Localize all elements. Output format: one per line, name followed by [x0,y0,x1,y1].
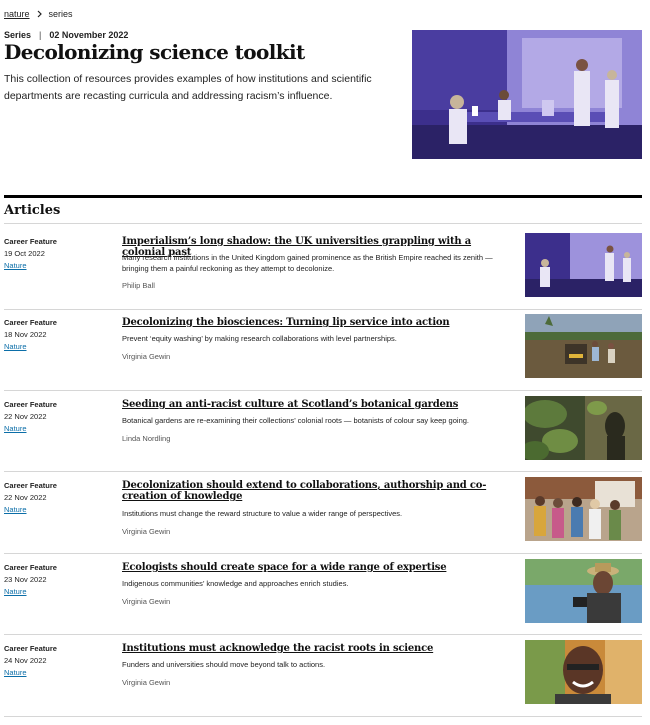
series-label: Series [4,30,32,40]
article-divider [4,390,642,391]
article-journal-link[interactable]: Nature [4,424,27,433]
article-description: Indigenous communities’ knowledge and ap… [122,579,349,588]
article-author: Linda Nordling [122,434,171,443]
article-divider [4,716,642,717]
article-divider [4,634,642,635]
section-rule [4,195,642,198]
article-date: 23 Nov 2022 [4,575,47,584]
article-thumbnail[interactable] [525,233,642,297]
article-journal-link[interactable]: Nature [4,668,27,677]
article-description: Many research institutions in the United… [122,253,493,273]
article-date: 24 Nov 2022 [4,656,47,665]
article-thumbnail[interactable] [525,314,642,378]
section-divider [4,223,642,224]
article-title-link[interactable]: Decolonizing the biosciences: Turning li… [122,317,502,328]
article-date: 19 Oct 2022 [4,249,45,258]
article-description: Funders and universities should move bey… [122,660,326,669]
hero-image [412,30,642,159]
article-title-link[interactable]: Seeding an anti-racist culture at Scotla… [122,399,502,410]
article-item: Career Feature 22 Nov 2022 Nature Seedin… [4,396,642,480]
article-item: Career Feature 18 Nov 2022 Nature Decolo… [4,314,642,398]
breadcrumb-current: series [48,9,73,19]
article-thumbnail[interactable] [525,396,642,460]
series-date: 02 November 2022 [49,30,129,40]
article-author: Virginia Gewin [122,597,171,606]
article-author: Virginia Gewin [122,678,171,687]
article-item: Career Feature 19 Oct 2022 Nature Imperi… [4,233,642,317]
article-type: Career Feature [4,481,57,490]
article-type: Career Feature [4,644,57,653]
article-divider [4,553,642,554]
article-item: Career Feature 24 Nov 2022 Nature Instit… [4,640,642,724]
article-item: Career Feature 22 Nov 2022 Nature Decolo… [4,477,642,561]
article-description: Botanical gardens are re-examining their… [122,416,469,425]
page-intro: This collection of resources provides ex… [4,73,372,102]
article-title-link[interactable]: Decolonization should extend to collabor… [122,480,502,502]
article-journal-link[interactable]: Nature [4,261,27,270]
article-title-link[interactable]: Institutions must acknowledge the racist… [122,643,502,654]
page-title: Decolonizing science toolkit [4,40,305,64]
article-date: 22 Nov 2022 [4,493,47,502]
article-type: Career Feature [4,563,57,572]
article-thumbnail[interactable] [525,477,642,541]
article-author: Virginia Gewin [122,527,171,536]
article-journal-link[interactable]: Nature [4,587,27,596]
meta-separator: | [39,30,42,40]
series-meta: Series | 02 November 2022 [4,30,128,40]
articles-heading: Articles [4,203,61,218]
article-type: Career Feature [4,318,57,327]
article-type: Career Feature [4,400,57,409]
article-journal-link[interactable]: Nature [4,505,27,514]
article-divider [4,471,642,472]
article-date: 22 Nov 2022 [4,412,47,421]
article-title-link[interactable]: Ecologists should create space for a wid… [122,562,502,573]
article-journal-link[interactable]: Nature [4,342,27,351]
breadcrumb: nature series [4,9,73,19]
article-description: Prevent ‘equity washing’ by making resea… [122,334,397,343]
article-thumbnail[interactable] [525,559,642,623]
article-divider [4,309,642,310]
article-author: Philip Ball [122,281,155,290]
article-author: Virginia Gewin [122,352,171,361]
article-item: Career Feature 23 Nov 2022 Nature Ecolog… [4,559,642,643]
article-type: Career Feature [4,237,57,246]
breadcrumb-home-link[interactable]: nature [4,9,30,19]
article-thumbnail[interactable] [525,640,642,704]
chevron-right-icon [36,10,43,18]
article-date: 18 Nov 2022 [4,330,47,339]
article-description: Institutions must change the reward stru… [122,509,403,518]
